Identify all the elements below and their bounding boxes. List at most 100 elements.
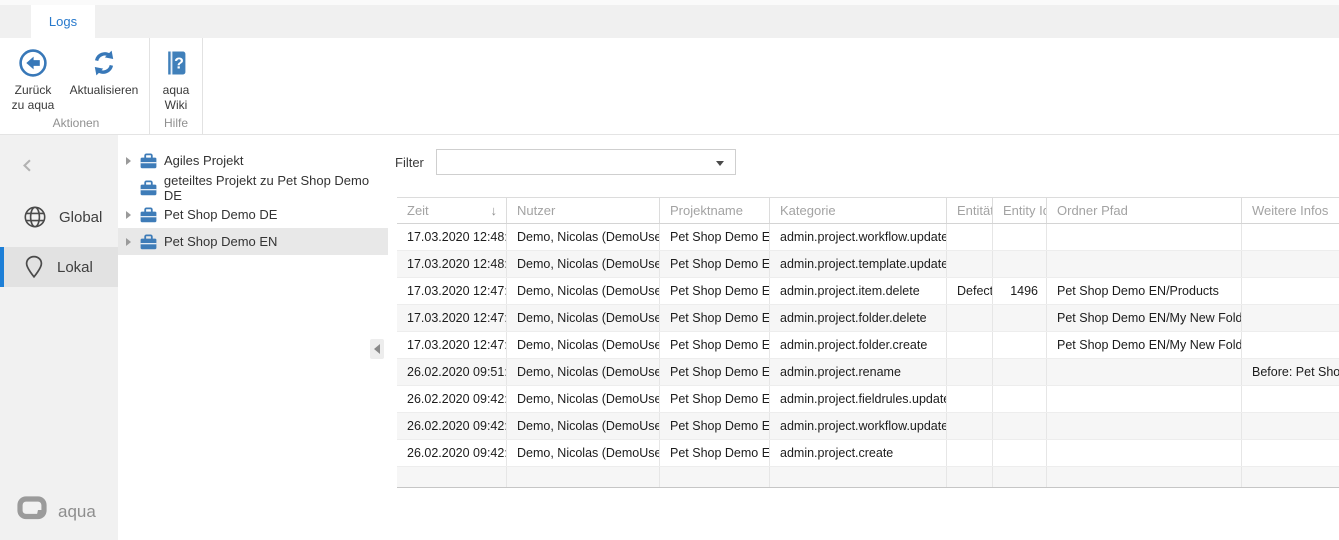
- log-panel: Filter Zeit↓Nutzer Projektname Kategorie En…: [388, 135, 1339, 540]
- sidebar-item-label: Global: [59, 209, 102, 226]
- tree-item-geteiltes-projekt-zu-pet-shop-demo-de[interactable]: geteiltes Projekt zu Pet Shop Demo DE: [118, 174, 388, 201]
- globe-icon: [22, 204, 48, 230]
- sidebar-item-lokal[interactable]: Lokal: [0, 247, 118, 287]
- log-row[interactable]: 17.03.2020 12:47:15Demo, Nicolas (DemoUs…: [397, 332, 1339, 359]
- expand-icon[interactable]: [123, 210, 133, 220]
- cell-ordner-pfad: [1047, 224, 1242, 250]
- aktualisieren-button[interactable]: Aktualisieren: [61, 45, 147, 98]
- cell-entity-id: [993, 413, 1047, 439]
- aqua-wiki-button[interactable]: ?aqua Wiki: [152, 45, 200, 114]
- log-table: Zeit↓Nutzer Projektname Kategorie Entität En…: [397, 197, 1339, 488]
- cell-kategorie: admin.project.folder.create: [770, 332, 947, 358]
- column-header-entity-id[interactable]: Entity Id: [993, 198, 1047, 223]
- cell-entit-t: [947, 332, 993, 358]
- collapse-sidebar-button[interactable]: [17, 158, 37, 178]
- button-label: Aktualisieren: [70, 83, 139, 98]
- cell-nutzer: Demo, Nicolas (DemoUser): [507, 332, 660, 358]
- cell-weitere-infos: Before: Pet Shop: [1242, 359, 1339, 385]
- cell-entity-id: [993, 251, 1047, 277]
- tree-item-agiles-projekt[interactable]: Agiles Projekt: [118, 147, 388, 174]
- button-label: Zurück zu aqua: [9, 83, 57, 114]
- cell-entit-t: [947, 224, 993, 250]
- cell-nutzer: Demo, Nicolas (DemoUser): [507, 386, 660, 412]
- cell-entity-id: 1496: [993, 278, 1047, 304]
- log-row[interactable]: 17.03.2020 12:47:26Demo, Nicolas (DemoUs…: [397, 305, 1339, 332]
- empty-cell: [993, 467, 1047, 487]
- cell-entit-t: [947, 359, 993, 385]
- zur-ck-zu-aqua-button[interactable]: Zurück zu aqua: [5, 45, 61, 114]
- sort-desc-icon: ↓: [491, 198, 498, 223]
- collapse-left-icon: [374, 344, 380, 354]
- cell-projektname: Pet Shop Demo EN: [660, 332, 770, 358]
- expand-icon[interactable]: [123, 156, 133, 166]
- column-header-kategorie[interactable]: Kategorie: [770, 198, 947, 223]
- filter-row: Filter: [395, 149, 736, 175]
- aqua-logo-icon: [17, 496, 51, 528]
- log-row[interactable]: 26.02.2020 09:51:41Demo, Nicolas (DemoUs…: [397, 359, 1339, 386]
- tree-item-label: Pet Shop Demo EN: [164, 234, 277, 249]
- log-row[interactable]: 26.02.2020 09:42:13Demo, Nicolas (DemoUs…: [397, 386, 1339, 413]
- cell-nutzer: Demo, Nicolas (DemoUser): [507, 440, 660, 466]
- tab-strip: Logs: [0, 0, 1339, 38]
- column-header-entit-t[interactable]: Entität: [947, 198, 993, 223]
- briefcase-icon: [140, 207, 157, 223]
- table-body: 17.03.2020 12:48:34Demo, Nicolas (DemoUs…: [397, 224, 1339, 488]
- ribbon-group-label: Aktionen: [5, 116, 147, 134]
- sidebar-item-global[interactable]: Global: [0, 197, 118, 237]
- empty-cell: [947, 467, 993, 487]
- cell-weitere-infos: [1242, 305, 1339, 331]
- log-row[interactable]: 17.03.2020 12:48:34Demo, Nicolas (DemoUs…: [397, 251, 1339, 278]
- expand-icon[interactable]: [123, 237, 133, 247]
- cell-kategorie: admin.project.workflow.update: [770, 413, 947, 439]
- cell-nutzer: Demo, Nicolas (DemoUser): [507, 305, 660, 331]
- splitter-collapse-handle[interactable]: [370, 339, 384, 359]
- cell-entit-t: [947, 251, 993, 277]
- cell-ordner-pfad: Pet Shop Demo EN/My New Folder: [1047, 305, 1242, 331]
- cell-weitere-infos: [1242, 278, 1339, 304]
- log-row[interactable]: 17.03.2020 12:47:56Demo, Nicolas (DemoUs…: [397, 278, 1339, 305]
- filter-label: Filter: [395, 155, 424, 170]
- column-header-label: Entität: [957, 203, 993, 218]
- column-header-weitere-infos[interactable]: Weitere Infos: [1242, 198, 1339, 223]
- column-header-label: Projektname: [670, 203, 743, 218]
- filter-combobox[interactable]: [436, 149, 736, 175]
- cell-zeit: 26.02.2020 09:42:12: [397, 440, 507, 466]
- cell-ordner-pfad: [1047, 413, 1242, 439]
- cell-zeit: 26.02.2020 09:42:13: [397, 386, 507, 412]
- briefcase-icon: [140, 234, 157, 250]
- cell-projektname: Pet Shop Demo EN: [660, 278, 770, 304]
- expand-icon: [123, 183, 133, 193]
- column-header-zeit[interactable]: Zeit↓: [397, 198, 507, 223]
- log-row[interactable]: 26.02.2020 09:42:13Demo, Nicolas (DemoUs…: [397, 413, 1339, 440]
- ribbon-toolbar: Zurück zu aquaAktualisierenAktionen?aqua…: [0, 38, 1339, 135]
- tab-logs[interactable]: Logs: [31, 5, 95, 38]
- cell-entity-id: [993, 224, 1047, 250]
- cell-entity-id: [993, 359, 1047, 385]
- ribbon-group-aktionen: Zurück zu aqua Aktualisieren Aktionen: [3, 38, 150, 134]
- log-row[interactable]: 26.02.2020 09:42:12Demo, Nicolas (DemoUs…: [397, 440, 1339, 467]
- cell-entity-id: [993, 386, 1047, 412]
- cell-kategorie: admin.project.create: [770, 440, 947, 466]
- chevron-down-icon[interactable]: [716, 161, 724, 166]
- cell-weitere-infos: [1242, 224, 1339, 250]
- column-header-label: Entity Id: [1003, 203, 1047, 218]
- sidebar: Global Lokal aqua: [0, 135, 118, 540]
- filter-input[interactable]: [441, 151, 711, 173]
- tree-item-pet-shop-demo-de[interactable]: Pet Shop Demo DE: [118, 201, 388, 228]
- cell-entit-t: [947, 305, 993, 331]
- cell-entity-id: [993, 305, 1047, 331]
- column-header-ordner-pfad[interactable]: Ordner Pfad: [1047, 198, 1242, 223]
- column-header-projektname[interactable]: Projektname: [660, 198, 770, 223]
- cell-nutzer: Demo, Nicolas (DemoUser): [507, 251, 660, 277]
- cell-zeit: 17.03.2020 12:47:56: [397, 278, 507, 304]
- tree-item-pet-shop-demo-en[interactable]: Pet Shop Demo EN: [118, 228, 388, 255]
- cell-nutzer: Demo, Nicolas (DemoUser): [507, 413, 660, 439]
- cell-kategorie: admin.project.template.update: [770, 251, 947, 277]
- log-row[interactable]: 17.03.2020 12:48:34Demo, Nicolas (DemoUs…: [397, 224, 1339, 251]
- ribbon-group-hilfe: ?aqua WikiHilfe: [150, 38, 203, 134]
- aqua-logo: aqua: [17, 496, 96, 528]
- column-header-label: Kategorie: [780, 203, 836, 218]
- cell-ordner-pfad: [1047, 251, 1242, 277]
- column-header-nutzer[interactable]: Nutzer: [507, 198, 660, 223]
- cell-entity-id: [993, 440, 1047, 466]
